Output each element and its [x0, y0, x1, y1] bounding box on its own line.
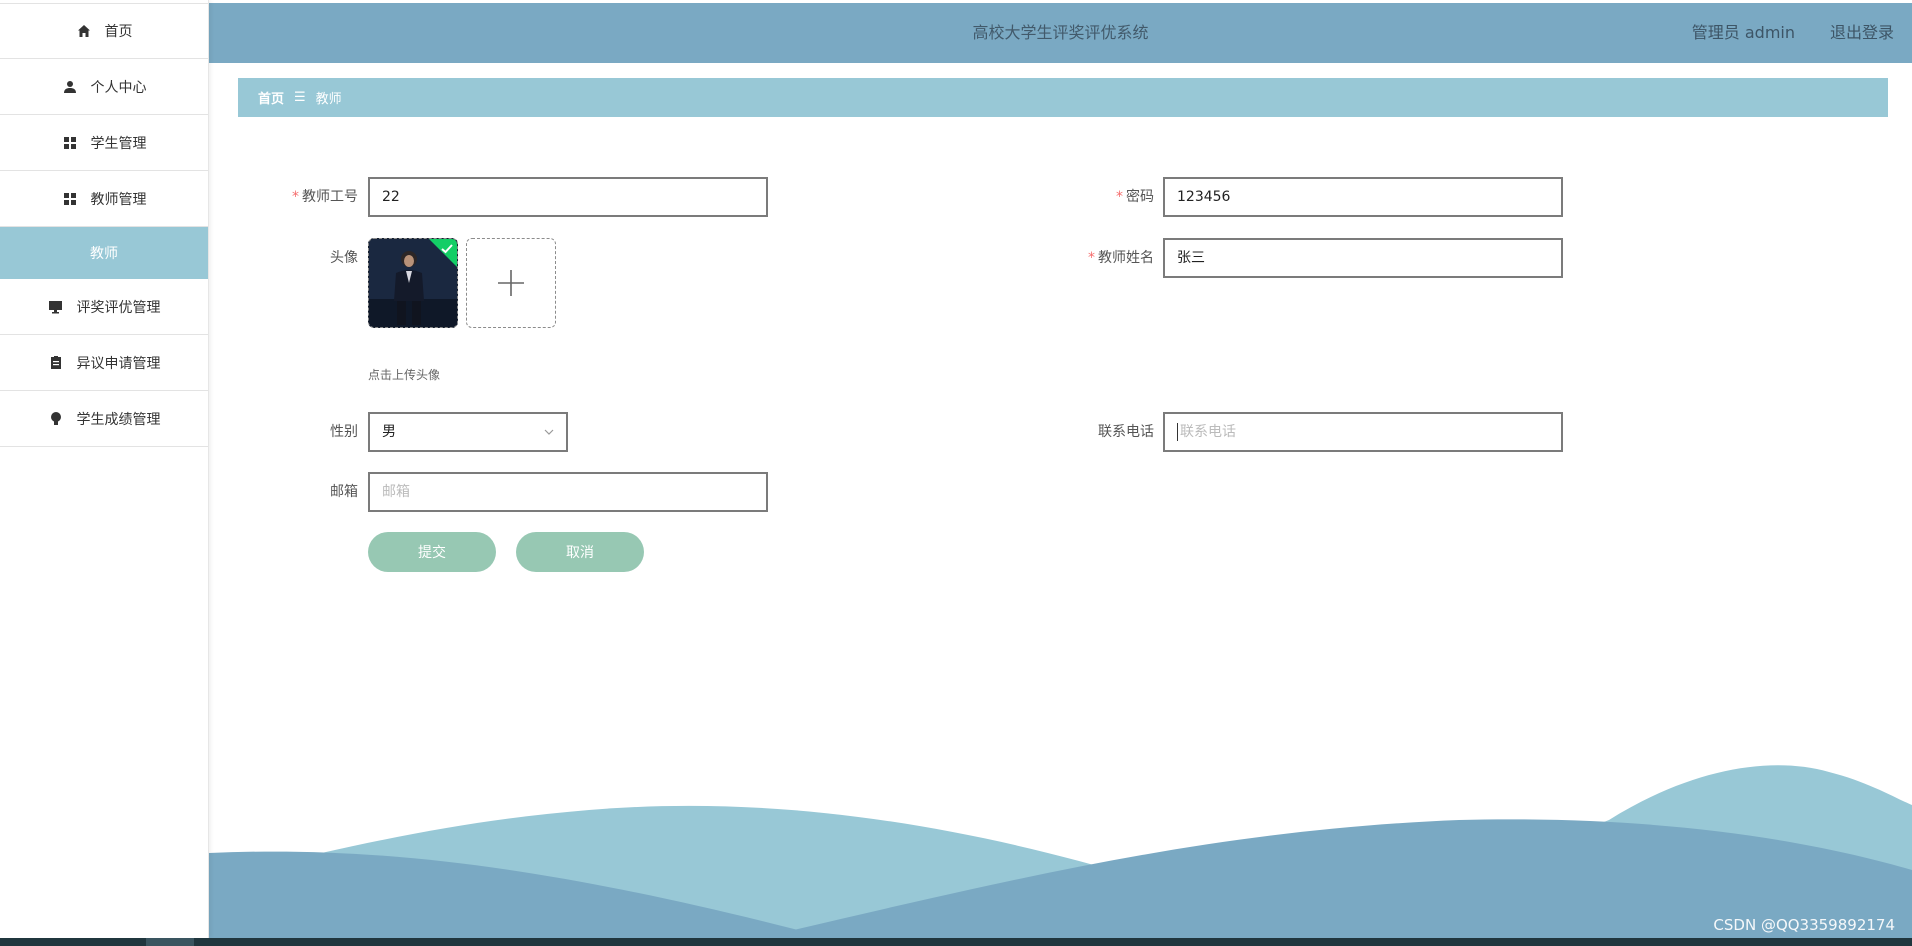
submit-button[interactable]: 提交 [368, 532, 496, 572]
teacher-id-label: * 教师工号 [238, 177, 358, 217]
chevron-down-icon [544, 429, 554, 435]
avatar-label: 头像 [330, 250, 358, 266]
sidebar-item-label: 首页 [104, 24, 133, 40]
monitor-icon [48, 299, 64, 315]
teacher-name-label: * 教师姓名 [1034, 238, 1154, 278]
cancel-button[interactable]: 取消 [516, 532, 644, 572]
user-icon [62, 79, 78, 95]
phone-input[interactable]: 联系电话 [1163, 412, 1563, 452]
sidebar-subitem-teacher[interactable]: 教师 [0, 227, 208, 279]
avatar-upload-tip: 点击上传头像 [368, 368, 441, 382]
sidebar-item-teachers[interactable]: 教师管理 [0, 171, 208, 227]
watermark: CSDN @QQ3359892174 [1713, 916, 1895, 934]
breadcrumb-separator-icon: ☰ [294, 90, 306, 105]
label-text: 密码 [1126, 189, 1154, 205]
sidebar-item-label: 个人中心 [90, 79, 147, 96]
sidebar-item-label: 学生成绩管理 [76, 411, 161, 428]
sidebar-item-label: 评奖评优管理 [76, 299, 161, 316]
required-mark: * [292, 189, 299, 205]
grid-icon [62, 191, 78, 207]
sidebar-item-label: 异议申请管理 [76, 355, 161, 372]
plus-icon [498, 270, 524, 296]
phone-placeholder: 联系电话 [1180, 424, 1236, 440]
sidebar-item-students[interactable]: 学生管理 [0, 115, 208, 171]
gender-select[interactable]: 男 [368, 412, 568, 452]
breadcrumb-home[interactable]: 首页 [258, 88, 284, 107]
logout-link[interactable]: 退出登录 [1830, 3, 1894, 63]
sidebar-item-label: 教师管理 [90, 191, 147, 208]
sidebar-item-profile[interactable]: 个人中心 [0, 59, 208, 115]
app-root: 首页 个人中心 学生管理 教师管理 教师 评奖评优管理 异议申请管理 学生成绩管… [0, 0, 1912, 946]
current-user: 管理员 admin [1691, 23, 1795, 42]
password-input[interactable]: 123456 [1163, 177, 1563, 217]
top-header: 高校大学生评奖评优系统 管理员 admin 退出登录 [209, 3, 1912, 63]
label-text: 教师姓名 [1098, 250, 1154, 266]
taskbar-tab [146, 938, 194, 946]
grid-icon [62, 135, 78, 151]
sidebar-item-label: 学生管理 [90, 135, 147, 152]
required-mark: * [1088, 250, 1095, 266]
sidebar: 首页 个人中心 学生管理 教师管理 教师 评奖评优管理 异议申请管理 学生成绩管… [0, 0, 209, 938]
text-cursor [1177, 423, 1178, 441]
bulb-icon [48, 411, 64, 427]
teacher-id-input[interactable]: 22 [368, 177, 768, 217]
avatar-upload-button[interactable] [466, 238, 556, 328]
home-icon [76, 23, 92, 39]
label-text: 教师工号 [302, 189, 358, 205]
app-title: 高校大学生评奖评优系统 [972, 23, 1149, 42]
sidebar-item-objections[interactable]: 异议申请管理 [0, 335, 208, 391]
email-input[interactable]: 邮箱 [368, 472, 768, 512]
clipboard-icon [48, 355, 64, 371]
password-label: * 密码 [1034, 177, 1154, 217]
breadcrumb: 首页 ☰ 教师 [238, 78, 1888, 117]
sidebar-item-awards[interactable]: 评奖评优管理 [0, 279, 208, 335]
sidebar-item-grades[interactable]: 学生成绩管理 [0, 391, 208, 447]
check-icon [441, 244, 453, 254]
phone-label: 联系电话 [1098, 424, 1154, 440]
breadcrumb-current: 教师 [315, 92, 342, 107]
required-mark: * [1116, 189, 1123, 205]
sidebar-item-home[interactable]: 首页 [0, 3, 208, 59]
email-label: 邮箱 [330, 484, 358, 500]
taskbar-strip [0, 938, 1912, 946]
avatar-image[interactable] [368, 238, 458, 328]
gender-value: 男 [382, 424, 396, 440]
teacher-name-input[interactable]: 张三 [1163, 238, 1563, 278]
gender-label: 性别 [330, 424, 358, 440]
decorative-waves [209, 765, 1912, 938]
sidebar-item-label: 教师 [90, 246, 118, 262]
